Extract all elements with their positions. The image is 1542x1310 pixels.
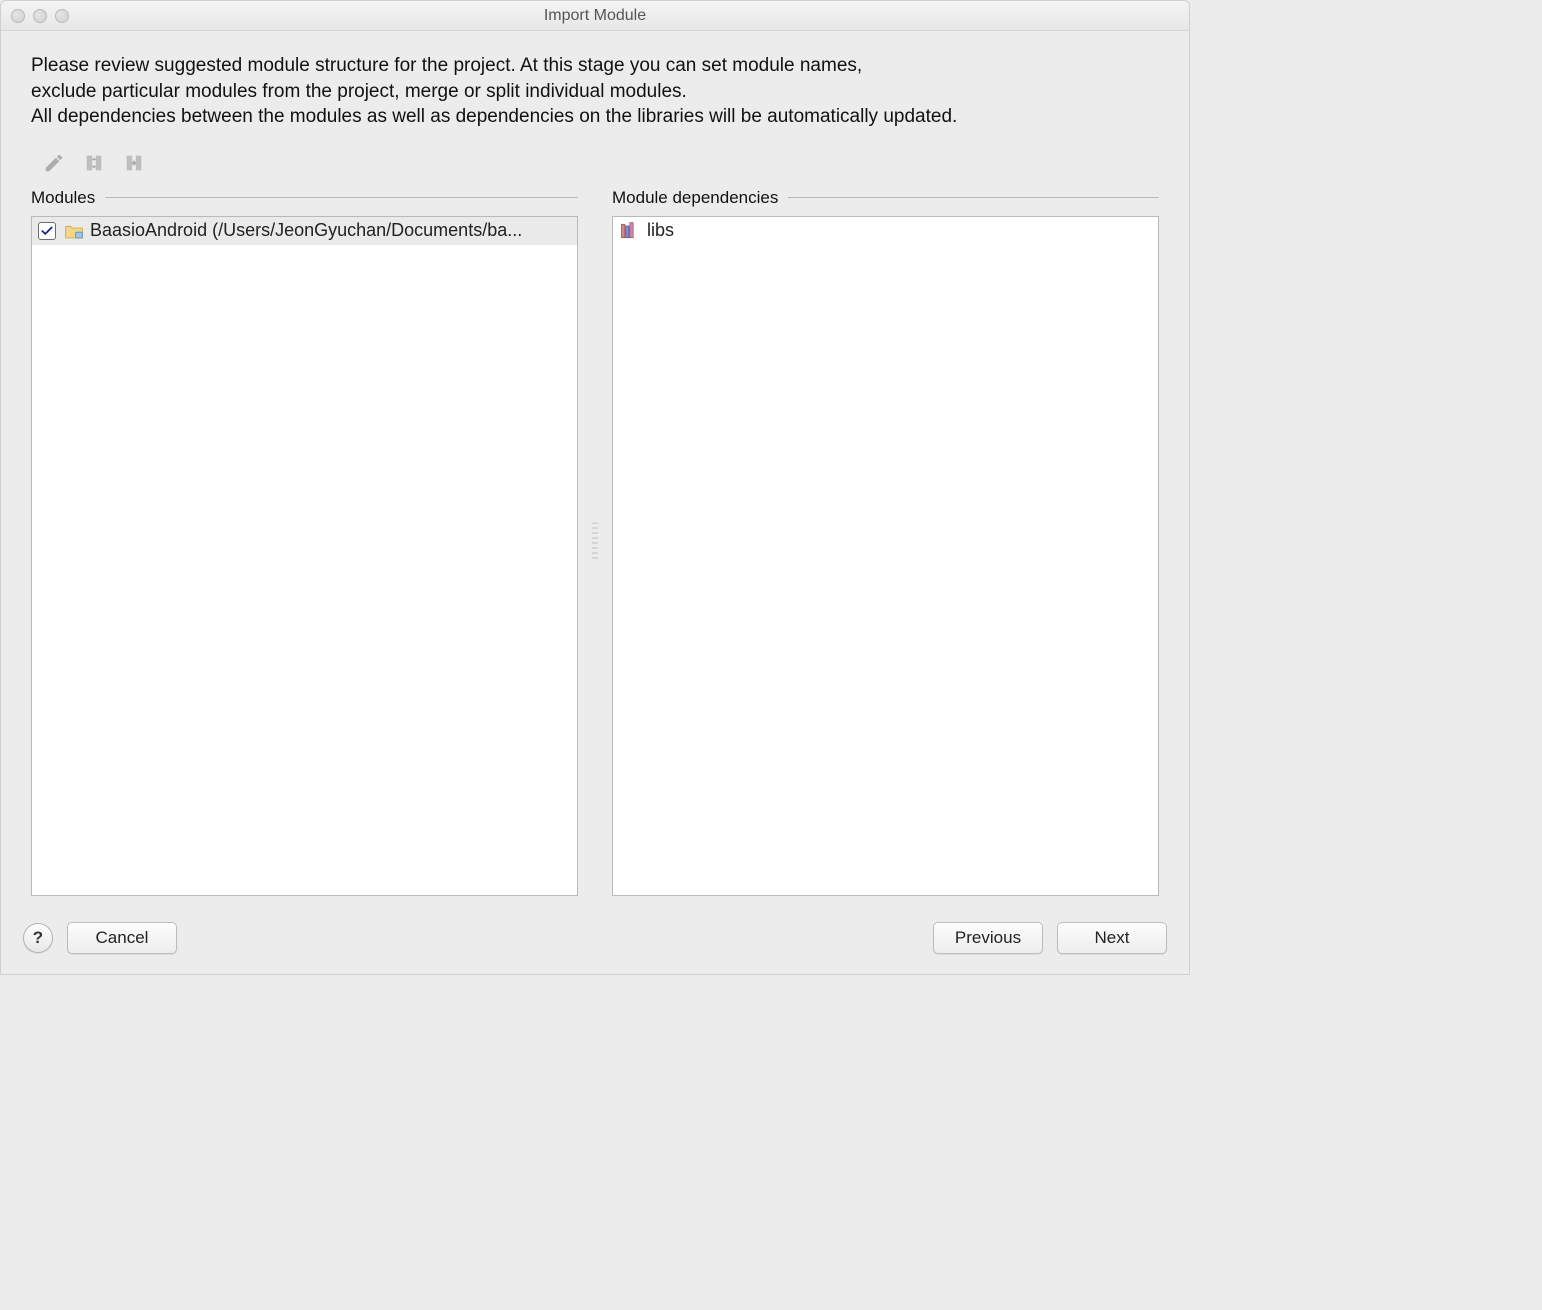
description-line: Please review suggested module structure… <box>31 53 1159 79</box>
toolbar <box>31 148 1159 188</box>
dialog-content: Please review suggested module structure… <box>1 31 1189 908</box>
titlebar: Import Module <box>1 1 1189 31</box>
description-line: All dependencies between the modules as … <box>31 104 1159 130</box>
previous-button[interactable]: Previous <box>933 922 1043 954</box>
library-icon <box>619 221 639 241</box>
close-icon[interactable] <box>11 9 25 23</box>
grip-icon <box>592 522 598 562</box>
window-title: Import Module <box>1 7 1189 25</box>
dependencies-label: Module dependencies <box>612 188 788 208</box>
header-divider <box>105 197 578 198</box>
splitter[interactable] <box>592 188 598 896</box>
dependencies-header: Module dependencies <box>612 188 1159 208</box>
dependency-row[interactable]: libs <box>613 217 1158 245</box>
zoom-icon[interactable] <box>55 9 69 23</box>
module-name: BaasioAndroid (/Users/JeonGyuchan/Docume… <box>90 220 571 241</box>
folder-icon <box>64 223 84 239</box>
description-text: Please review suggested module structure… <box>31 53 1159 130</box>
rename-icon[interactable] <box>43 152 65 174</box>
cancel-button[interactable]: Cancel <box>67 922 177 954</box>
modules-pane: Modules BaasioAndroid (/Users/JeonGyucha… <box>31 188 578 896</box>
modules-header: Modules <box>31 188 578 208</box>
split-module-icon[interactable] <box>83 152 105 174</box>
minimize-icon[interactable] <box>33 9 47 23</box>
modules-list[interactable]: BaasioAndroid (/Users/JeonGyuchan/Docume… <box>31 216 578 896</box>
modules-label: Modules <box>31 188 105 208</box>
help-button[interactable]: ? <box>23 923 53 953</box>
header-divider <box>788 197 1159 198</box>
dependencies-pane: Module dependencies libs <box>612 188 1159 896</box>
description-line: exclude particular modules from the proj… <box>31 79 1159 105</box>
next-button[interactable]: Next <box>1057 922 1167 954</box>
dependency-name: libs <box>647 220 1152 241</box>
merge-module-icon[interactable] <box>123 152 145 174</box>
module-row[interactable]: BaasioAndroid (/Users/JeonGyuchan/Docume… <box>32 217 577 245</box>
dependencies-list[interactable]: libs <box>612 216 1159 896</box>
panes: Modules BaasioAndroid (/Users/JeonGyucha… <box>31 188 1159 908</box>
module-checkbox[interactable] <box>38 222 56 240</box>
traffic-lights <box>11 9 69 23</box>
dialog-window: Import Module Please review suggested mo… <box>0 0 1190 975</box>
footer: ? Cancel Previous Next <box>1 908 1189 966</box>
